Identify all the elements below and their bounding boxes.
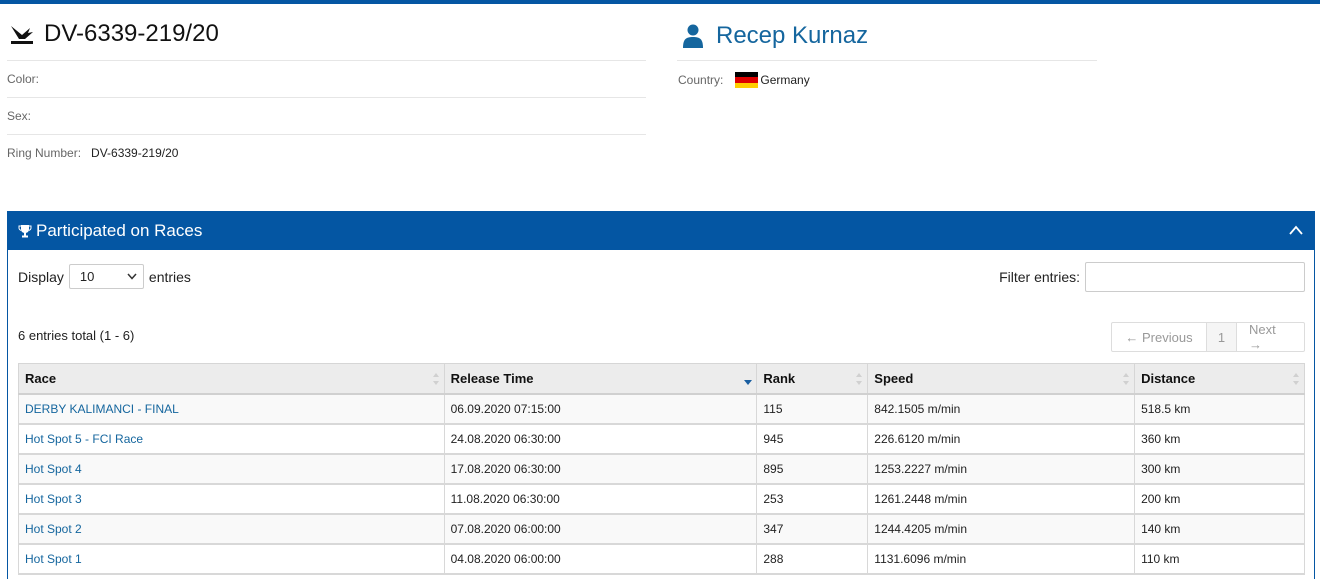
previous-page-button[interactable]: ← Previous [1112, 323, 1206, 351]
next-page-button[interactable]: Next → [1237, 322, 1304, 352]
country-value: Germany [760, 73, 810, 87]
rank-cell: 253 [756, 483, 869, 515]
race-link[interactable]: DERBY KALIMANCI - FINAL [18, 393, 445, 425]
sort-desc-icon [744, 380, 753, 385]
rank-cell: 895 [756, 453, 869, 485]
table-row: Hot Spot 1 04.08.2020 06:00:00 288 1131.… [18, 543, 1305, 575]
filter-control: Filter entries: [999, 262, 1305, 292]
distance-cell: 140 km [1134, 513, 1305, 545]
length-suffix: entries [148, 268, 191, 285]
distance-cell: 360 km [1134, 423, 1305, 455]
info-row-ring-number: Ring Number: DV-6339-219/20 [7, 134, 646, 171]
races-panel: Participated on Races Display 10 entries… [7, 211, 1315, 579]
pagination: ← Previous 1 Next → [1111, 322, 1305, 352]
rank-cell: 945 [756, 423, 869, 455]
owner-name[interactable]: Recep Kurnaz [716, 22, 868, 50]
table-row: Hot Spot 5 - FCI Race 24.08.2020 06:30:0… [18, 423, 1305, 455]
distance-cell: 200 km [1134, 483, 1305, 515]
length-prefix: Display [18, 268, 64, 285]
race-link[interactable]: Hot Spot 3 [18, 483, 445, 515]
info-label-color: Color: [7, 72, 40, 86]
user-icon [683, 24, 703, 48]
column-header-speed-label: Speed [874, 370, 914, 386]
filter-label: Filter entries: [999, 269, 1080, 285]
rank-cell: 347 [756, 513, 869, 545]
rank-cell: 115 [756, 393, 869, 425]
entries-per-page-select[interactable]: 10 [68, 264, 144, 289]
table-row: DERBY KALIMANCI - FINAL 06.09.2020 07:15… [18, 393, 1305, 425]
speed-cell: 1261.2448 m/min [867, 483, 1136, 515]
release-time-cell: 07.08.2020 06:00:00 [443, 513, 758, 545]
sort-both-icon [856, 373, 863, 385]
top-accent-bar [0, 0, 1320, 4]
country-label: Country: [678, 73, 724, 87]
column-header-race-label: Race [25, 370, 57, 386]
entries-per-page-value: 10 [79, 269, 95, 284]
race-link[interactable]: Hot Spot 4 [18, 453, 445, 485]
distance-cell: 110 km [1134, 543, 1305, 575]
speed-cell: 1244.4205 m/min [867, 513, 1136, 545]
sort-both-icon [1123, 373, 1130, 385]
release-time-cell: 11.08.2020 06:30:00 [443, 483, 758, 515]
speed-cell: 226.6120 m/min [867, 423, 1136, 455]
germany-flag-icon [735, 72, 759, 88]
races-table: Race Release Time Rank Speed Distance DE… [18, 363, 1305, 575]
distance-cell: 518.5 km [1134, 393, 1305, 425]
owner-heading[interactable]: Recep Kurnaz [682, 22, 868, 50]
speed-cell: 1131.6096 m/min [867, 543, 1136, 575]
info-label-ring-number: Ring Number: [7, 146, 82, 160]
info-row-color: Color: [7, 60, 646, 97]
release-time-cell: 06.09.2020 07:15:00 [443, 393, 758, 425]
info-row-sex: Sex: [7, 97, 646, 134]
release-time-cell: 24.08.2020 06:30:00 [443, 423, 758, 455]
table-row: Hot Spot 3 11.08.2020 06:30:00 253 1261.… [18, 483, 1305, 515]
info-value-ring-number: DV-6339-219/20 [91, 146, 179, 160]
page-1-button[interactable]: 1 [1206, 323, 1237, 351]
speed-cell: 1253.2227 m/min [867, 453, 1136, 485]
chevron-down-icon [127, 273, 137, 280]
sort-both-icon [432, 373, 439, 385]
trophy-icon [18, 225, 32, 238]
sort-both-icon [1293, 373, 1299, 385]
filter-input[interactable] [1085, 262, 1305, 292]
column-header-distance[interactable]: Distance [1134, 363, 1305, 395]
entries-length-control: Display 10 entries [18, 264, 191, 289]
column-header-speed[interactable]: Speed [867, 363, 1136, 395]
races-panel-title: Participated on Races [36, 221, 203, 240]
race-link[interactable]: Hot Spot 2 [18, 513, 445, 545]
speed-cell: 842.1505 m/min [867, 393, 1136, 425]
table-row: Hot Spot 2 07.08.2020 06:00:00 347 1244.… [18, 513, 1305, 545]
race-link[interactable]: Hot Spot 1 [18, 543, 445, 575]
column-header-release-time-label: Release Time [450, 370, 534, 386]
chevron-up-icon[interactable] [1288, 224, 1304, 236]
distance-cell: 300 km [1134, 453, 1305, 485]
table-header-row: Race Release Time Rank Speed Distance [18, 363, 1305, 395]
owner-country-row: Country: Germany [678, 72, 810, 88]
release-time-cell: 17.08.2020 06:30:00 [443, 453, 758, 485]
column-header-rank[interactable]: Rank [756, 363, 869, 395]
pigeon-icon [11, 26, 33, 44]
pigeon-heading: DV-6339-219/20 [8, 20, 219, 48]
column-header-distance-label: Distance [1141, 370, 1196, 386]
column-header-rank-label: Rank [763, 370, 796, 386]
races-panel-header[interactable]: Participated on Races [8, 212, 1314, 250]
info-label-sex: Sex: [7, 109, 32, 123]
column-header-release-time[interactable]: Release Time [443, 363, 758, 395]
owner-divider [677, 60, 1097, 61]
rank-cell: 288 [756, 543, 869, 575]
release-time-cell: 04.08.2020 06:00:00 [443, 543, 758, 575]
pigeon-title: DV-6339-219/20 [44, 20, 219, 47]
entries-total-info: 6 entries total (1 - 6) [18, 328, 135, 343]
table-row: Hot Spot 4 17.08.2020 06:30:00 895 1253.… [18, 453, 1305, 485]
race-link[interactable]: Hot Spot 5 - FCI Race [18, 423, 445, 455]
column-header-race[interactable]: Race [18, 363, 445, 395]
